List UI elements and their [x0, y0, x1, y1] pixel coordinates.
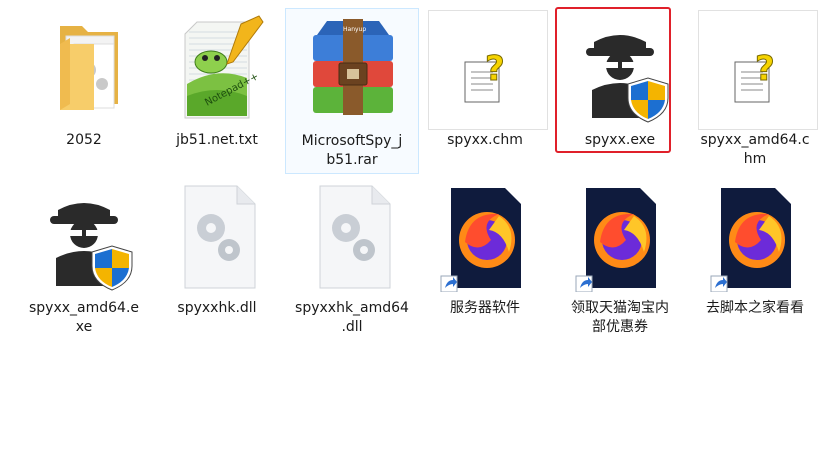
file-label: jb51.net.txt	[152, 131, 282, 150]
file-label-line: MicrosoftSpy_j	[301, 133, 403, 149]
file-item[interactable]: spyxx.exe	[553, 7, 687, 174]
svg-text:Hanyup: Hanyup	[343, 26, 366, 33]
firefox-shortcut-icon	[688, 176, 822, 296]
file-label-line: xe	[75, 319, 93, 335]
file-label-line: spyxx_amd64.e	[28, 300, 140, 316]
notepadpp-text-file-icon: Notepad++	[150, 8, 284, 128]
file-item[interactable]: spyxxhk.dll	[150, 176, 284, 342]
file-label-line: .dll	[341, 319, 363, 335]
file-label: spyxxhk_amd64 .dll	[287, 299, 417, 337]
folder-icon	[17, 8, 151, 128]
spy-shield-exe-icon	[17, 176, 151, 296]
file-item[interactable]: Notepad++ jb51.net.txt	[150, 8, 284, 174]
file-item[interactable]: 服务器软件	[418, 176, 552, 342]
svg-text:?: ?	[755, 49, 775, 89]
file-item[interactable]: 去脚本之家看看	[688, 176, 822, 342]
help-file-icon: ?	[688, 8, 822, 130]
dll-gears-icon	[285, 176, 419, 296]
file-item[interactable]: Hanyup MicrosoftSpy_j b51.rar	[285, 8, 419, 174]
file-label-line: spyxxhk_amd64	[295, 300, 409, 316]
file-item[interactable]: ? spyxx_amd64.chm	[688, 8, 822, 174]
file-item[interactable]: spyxxhk_amd64 .dll	[285, 176, 419, 342]
firefox-shortcut-icon	[553, 176, 687, 296]
file-label-line: jb51.net.txt	[176, 132, 258, 148]
file-label-line: spyxx_amd64.c	[700, 132, 810, 148]
dll-gears-icon	[150, 176, 284, 296]
file-item[interactable]: ? spyxx.chm	[418, 8, 552, 174]
file-label-line: 2052	[66, 132, 102, 148]
file-item[interactable]: 2052	[17, 8, 151, 174]
file-label: 服务器软件	[420, 299, 550, 318]
winrar-archive-icon: Hanyup	[286, 9, 418, 129]
file-label-line: hm	[743, 151, 767, 167]
file-item[interactable]: 领取天猫淘宝内 部优惠券	[553, 176, 687, 342]
svg-text:?: ?	[485, 49, 505, 89]
file-label: spyxx.exe	[555, 131, 685, 150]
file-label-line: 去脚本之家看看	[706, 300, 804, 316]
file-label: spyxx_amd64.chm	[690, 131, 820, 169]
file-label-line: 服务器软件	[450, 300, 520, 316]
file-label: spyxx_amd64.exe	[19, 299, 149, 337]
file-label-line: b51.rar	[326, 152, 378, 168]
file-label: 领取天猫淘宝内 部优惠券	[555, 299, 685, 337]
firefox-shortcut-icon	[418, 176, 552, 296]
file-label: 2052	[19, 131, 149, 150]
file-label-line: spyxx.exe	[584, 132, 656, 148]
file-label-line: 领取天猫淘宝内	[571, 300, 669, 316]
file-item[interactable]: spyxx_amd64.exe	[17, 176, 151, 342]
file-label: MicrosoftSpy_j b51.rar	[288, 132, 416, 170]
file-label-line: 部优惠券	[592, 319, 648, 335]
file-label-line: spyxxhk.dll	[177, 300, 257, 316]
help-file-icon: ?	[418, 8, 552, 130]
file-label: spyxx.chm	[420, 131, 550, 150]
file-label: spyxxhk.dll	[152, 299, 282, 318]
file-label: 去脚本之家看看	[690, 299, 820, 318]
file-label-line: spyxx.chm	[447, 132, 523, 148]
